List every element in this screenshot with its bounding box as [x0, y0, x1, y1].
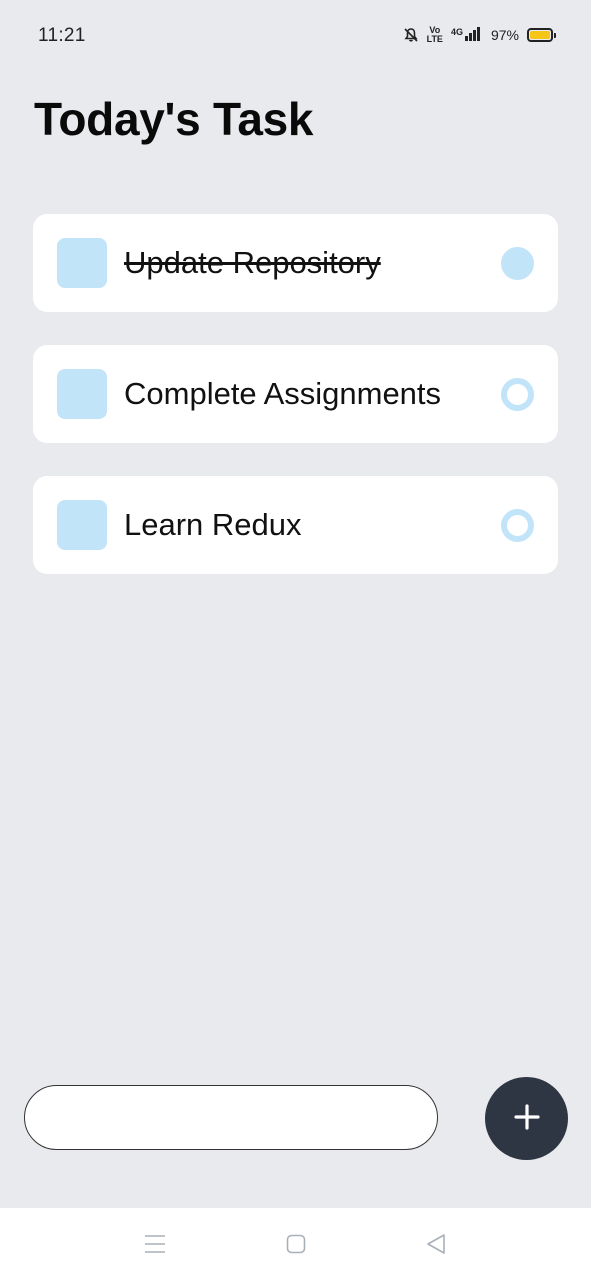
- signal-icon: 4G: [450, 26, 481, 44]
- mute-bell-icon: [403, 27, 419, 43]
- status-bar: 11:21 Vo LTE 4G 97%: [0, 0, 591, 70]
- page-title: Today's Task: [34, 93, 314, 145]
- task-status-circle[interactable]: [501, 377, 534, 411]
- task-square-icon[interactable]: [57, 238, 107, 288]
- task-square-icon[interactable]: [57, 369, 107, 419]
- battery-fill: [530, 31, 550, 39]
- navigation-bar: [0, 1208, 591, 1280]
- task-text: Learn Redux: [124, 507, 302, 542]
- volte-icon: Vo LTE: [427, 26, 443, 44]
- task-item[interactable]: Complete Assignments: [33, 345, 558, 443]
- task-item[interactable]: Update Repository: [33, 214, 558, 312]
- task-input[interactable]: [24, 1085, 438, 1150]
- volte-bottom: LTE: [426, 34, 443, 44]
- task-text: Update Repository: [124, 245, 381, 280]
- plus-icon: [513, 1104, 540, 1133]
- task-status-circle[interactable]: [501, 508, 534, 542]
- status-icons: Vo LTE 4G 97%: [403, 26, 556, 44]
- menu-icon[interactable]: [143, 1232, 167, 1256]
- task-text: Complete Assignments: [124, 376, 442, 411]
- home-icon[interactable]: [284, 1232, 308, 1256]
- add-task-button[interactable]: [485, 1077, 568, 1160]
- battery-percent: 97%: [490, 27, 519, 43]
- task-item[interactable]: Learn Redux: [33, 476, 558, 574]
- battery-icon: [527, 28, 556, 42]
- status-time: 11:21: [38, 25, 86, 46]
- task-list: Update Repository Complete Assignments L…: [33, 214, 558, 607]
- task-status-circle[interactable]: [501, 246, 534, 280]
- app-screen: 11:21 Vo LTE 4G 97% Today's Task Update …: [0, 0, 591, 1280]
- network-type: 4G: [450, 26, 463, 37]
- back-icon[interactable]: [424, 1232, 448, 1256]
- task-square-icon[interactable]: [57, 500, 107, 550]
